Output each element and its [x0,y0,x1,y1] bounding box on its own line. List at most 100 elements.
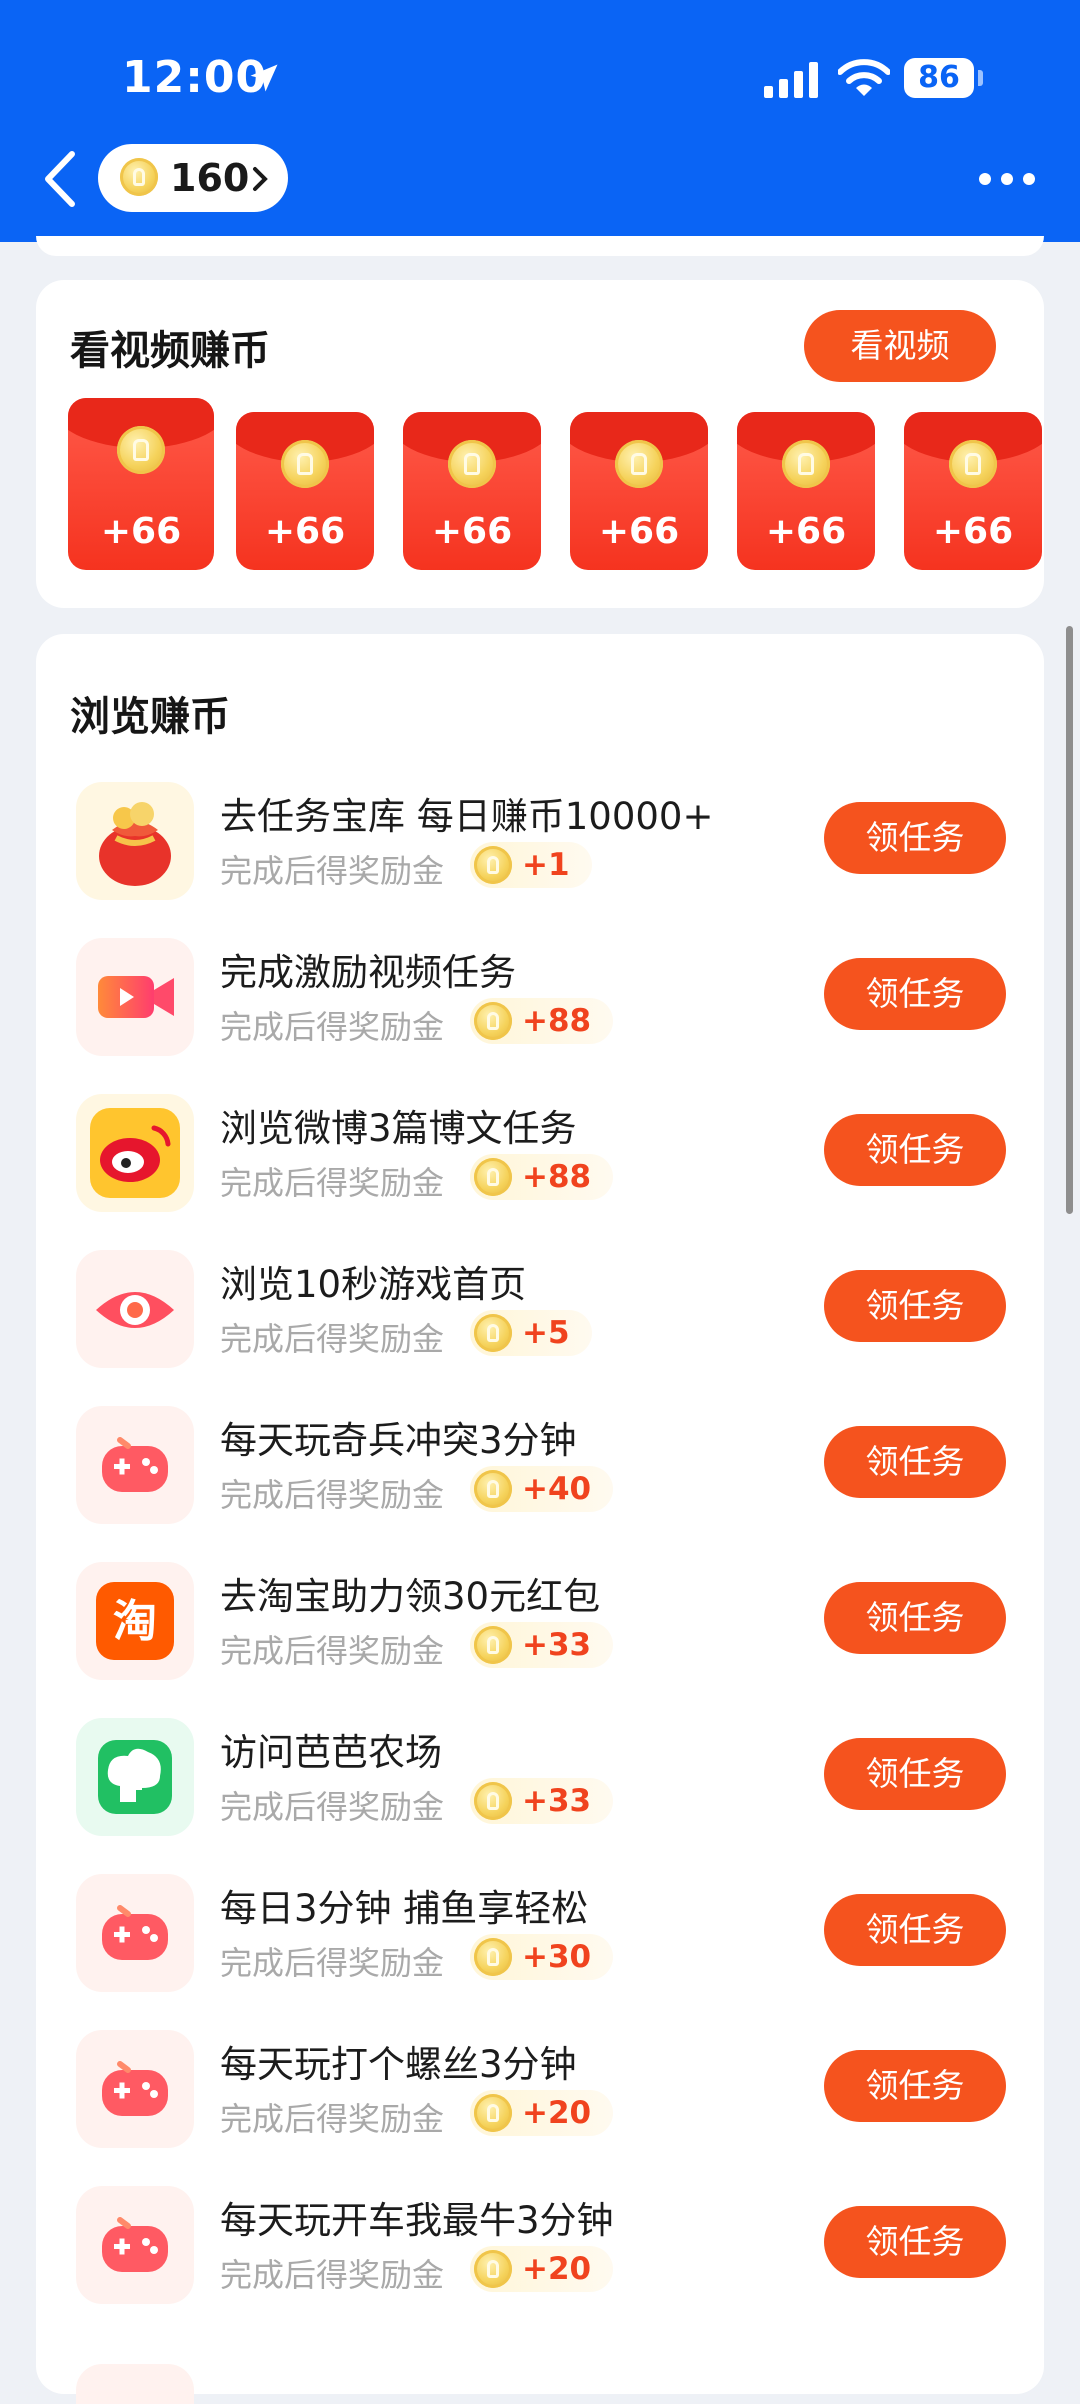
task-title: 每日3分钟 捕鱼享轻松 [220,1887,589,1930]
coin-icon [474,2094,512,2132]
task-row: 每日3分钟 捕鱼享轻松 完成后得奖励金 +30 领任务 [36,1868,1044,2024]
coin-icon [474,1002,512,1040]
coin-icon [474,1314,512,1352]
previous-card-edge [36,236,1044,256]
browse-earn-card: 浏览赚币 去任务宝库 每日赚币10000+ 完成后得奖励金 +1 领任务 完成激… [36,634,1044,2404]
reward-badge: +88 [470,998,614,1044]
coin-icon [281,440,329,488]
task-row: 淘 去淘宝助力领30元红包 完成后得奖励金 +33 领任务 [36,1556,1044,1712]
gamepad-icon [76,1874,194,1992]
watch-video-button[interactable]: 看视频 [804,310,996,382]
next-task-row-partial [36,2354,1044,2404]
task-title: 每天玩奇兵冲突3分钟 [220,1419,577,1462]
task-row: 完成激励视频任务 完成后得奖励金 +88 领任务 [36,932,1044,1088]
red-envelope[interactable]: +66 [403,412,541,570]
envelope-value: +66 [765,511,847,552]
take-task-button[interactable]: 领任务 [824,1582,1006,1654]
watch-video-card: 看视频赚币 看视频 +66 +66 +66 +66 +66 +66 [36,280,1044,608]
task-title: 去任务宝库 每日赚币10000+ [220,795,714,838]
lucky-bag-icon [76,782,194,900]
take-task-button[interactable]: 领任务 [824,1426,1006,1498]
task-subtitle: 完成后得奖励金 [220,852,445,890]
coin-icon [117,426,165,474]
wifi-icon [838,59,890,96]
coin-icon [474,1470,512,1508]
coin-icon [474,2250,512,2288]
coin-icon [474,846,512,884]
task-row: 浏览微博3篇博文任务 完成后得奖励金 +88 领任务 [36,1088,1044,1244]
task-subtitle: 完成后得奖励金 [220,1320,445,1358]
task-subtitle: 完成后得奖励金 [220,2100,445,2138]
weibo-icon [76,1094,194,1212]
task-subtitle: 完成后得奖励金 [220,1944,445,1982]
eye-icon [76,1250,194,1368]
task-title: 访问芭芭农场 [220,1731,442,1774]
reward-amount: +40 [522,1471,592,1507]
reward-amount: +20 [522,2095,592,2131]
task-title: 每天玩打个螺丝3分钟 [220,2043,577,2086]
reward-badge: +30 [470,1934,614,1980]
take-task-button[interactable]: 领任务 [824,1738,1006,1810]
task-row: 浏览10秒游戏首页 完成后得奖励金 +5 领任务 [36,1244,1044,1400]
task-row: 每天玩奇兵冲突3分钟 完成后得奖励金 +40 领任务 [36,1400,1044,1556]
back-button[interactable] [40,150,80,208]
coin-icon [782,440,830,488]
take-task-button[interactable]: 领任务 [824,1894,1006,1966]
task-subtitle: 完成后得奖励金 [220,1476,445,1514]
watch-video-title: 看视频赚币 [70,328,270,374]
top-header: 12:00 86 160 [0,0,1080,242]
battery-level: 86 [904,58,974,98]
location-arrow-icon [250,64,278,92]
task-subtitle: 完成后得奖励金 [220,1008,445,1046]
farm-icon [76,1718,194,1836]
reward-badge: +33 [470,1778,614,1824]
gamepad-icon [76,2030,194,2148]
red-envelope[interactable]: +66 [904,412,1042,570]
coin-balance: 160 [170,156,250,200]
scrollbar[interactable] [1066,626,1073,1214]
envelope-value: +66 [100,511,182,552]
reward-badge: +33 [470,1622,614,1668]
task-title: 浏览10秒游戏首页 [220,1263,527,1306]
task-subtitle: 完成后得奖励金 [220,2256,445,2294]
task-row: 每天玩开车我最牛3分钟 完成后得奖励金 +20 领任务 [36,2180,1044,2336]
envelope-value: +66 [932,511,1014,552]
browse-earn-title: 浏览赚币 [70,694,230,740]
take-task-button[interactable]: 领任务 [824,2050,1006,2122]
reward-amount: +30 [522,1939,592,1975]
reward-badge: +40 [470,1466,614,1512]
reward-badge: +20 [470,2246,614,2292]
envelope-value: +66 [431,511,513,552]
reward-badge: +88 [470,1154,614,1200]
task-row: 每天玩打个螺丝3分钟 完成后得奖励金 +20 领任务 [36,2024,1044,2180]
take-task-button[interactable]: 领任务 [824,802,1006,874]
reward-amount: +88 [522,1003,592,1039]
coin-balance-button[interactable]: 160 [98,144,288,212]
red-envelope[interactable]: +66 [236,412,374,570]
gamepad-icon [76,2186,194,2304]
more-options-button[interactable] [978,172,1036,186]
take-task-button[interactable]: 领任务 [824,2206,1006,2278]
reward-amount: +20 [522,2251,592,2287]
take-task-button[interactable]: 领任务 [824,958,1006,1030]
gamepad-icon [76,1406,194,1524]
task-title: 每天玩开车我最牛3分钟 [220,2199,614,2242]
red-envelope-row: +66 +66 +66 +66 +66 +66 [68,398,1044,588]
task-subtitle: 完成后得奖励金 [220,1788,445,1826]
reward-amount: +1 [522,847,570,883]
take-task-button[interactable]: 领任务 [824,1114,1006,1186]
reward-amount: +88 [522,1159,592,1195]
red-envelope[interactable]: +66 [68,398,214,570]
task-row: 访问芭芭农场 完成后得奖励金 +33 领任务 [36,1712,1044,1868]
take-task-button[interactable]: 领任务 [824,1270,1006,1342]
coin-icon [448,440,496,488]
coin-icon [949,440,997,488]
red-envelope[interactable]: +66 [737,412,875,570]
coin-icon [120,158,158,196]
task-subtitle: 完成后得奖励金 [220,1164,445,1202]
task-title: 浏览微博3篇博文任务 [220,1107,577,1150]
red-envelope[interactable]: +66 [570,412,708,570]
task-title: 完成激励视频任务 [220,951,516,994]
task-title: 去淘宝助力领30元红包 [220,1575,601,1618]
envelope-value: +66 [264,511,346,552]
